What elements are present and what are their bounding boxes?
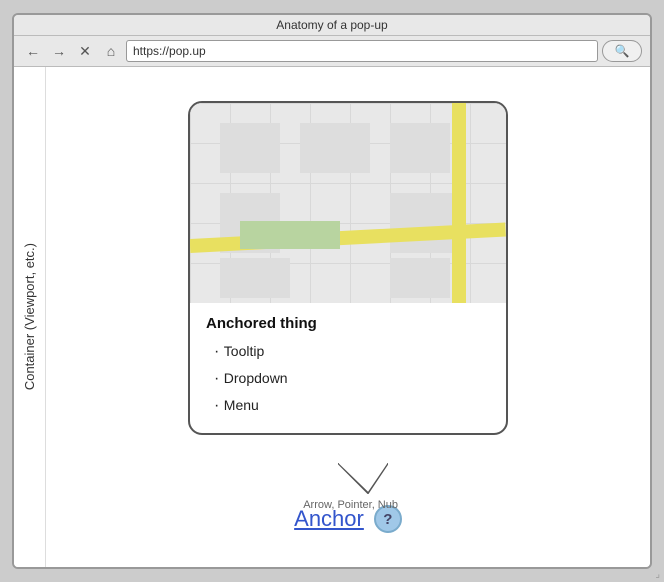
- list-item: Menu: [214, 392, 490, 419]
- forward-button[interactable]: →: [48, 40, 70, 62]
- popup-body: Anchored thing Tooltip Dropdown Menu: [190, 303, 506, 434]
- popup-box: Anchored thing Tooltip Dropdown Menu: [188, 101, 508, 436]
- list-item: Tooltip: [214, 338, 490, 365]
- map-block: [300, 123, 370, 173]
- window-title: Anatomy of a pop-up: [276, 18, 387, 32]
- map-block: [390, 193, 460, 253]
- popup-container: Anchored thing Tooltip Dropdown Menu: [188, 101, 508, 436]
- list-item: Dropdown: [214, 365, 490, 392]
- map-block: [390, 258, 450, 298]
- map-block: [390, 123, 450, 173]
- browser-window: Anatomy of a pop-up ← → ✕ ⌂ 🔍 Container …: [12, 13, 652, 569]
- tail-label: Arrow, Pointer, Nub: [303, 499, 398, 511]
- address-bar[interactable]: [126, 40, 598, 62]
- map-green-area: [240, 221, 340, 249]
- map-area: [190, 103, 506, 303]
- help-icon: ?: [383, 511, 392, 528]
- back-button[interactable]: ←: [22, 40, 44, 62]
- container-label: Container (Viewport, etc.): [22, 243, 37, 390]
- map-block: [220, 258, 290, 298]
- map-road-vertical: [452, 103, 466, 303]
- search-icon: 🔍: [615, 44, 630, 58]
- title-bar: Anatomy of a pop-up: [14, 15, 650, 36]
- popup-list: Tooltip Dropdown Menu: [206, 338, 490, 420]
- browser-content: Container (Viewport, etc.): [14, 67, 650, 567]
- home-button[interactable]: ⌂: [100, 40, 122, 62]
- main-content: Anchored thing Tooltip Dropdown Menu: [46, 67, 650, 567]
- map-block: [220, 123, 280, 173]
- close-button[interactable]: ✕: [74, 40, 96, 62]
- nav-bar: ← → ✕ ⌂ 🔍: [14, 36, 650, 67]
- popup-title: Anchored thing: [206, 315, 490, 332]
- side-label-container: Container (Viewport, etc.): [14, 67, 46, 567]
- search-button[interactable]: 🔍: [602, 40, 642, 62]
